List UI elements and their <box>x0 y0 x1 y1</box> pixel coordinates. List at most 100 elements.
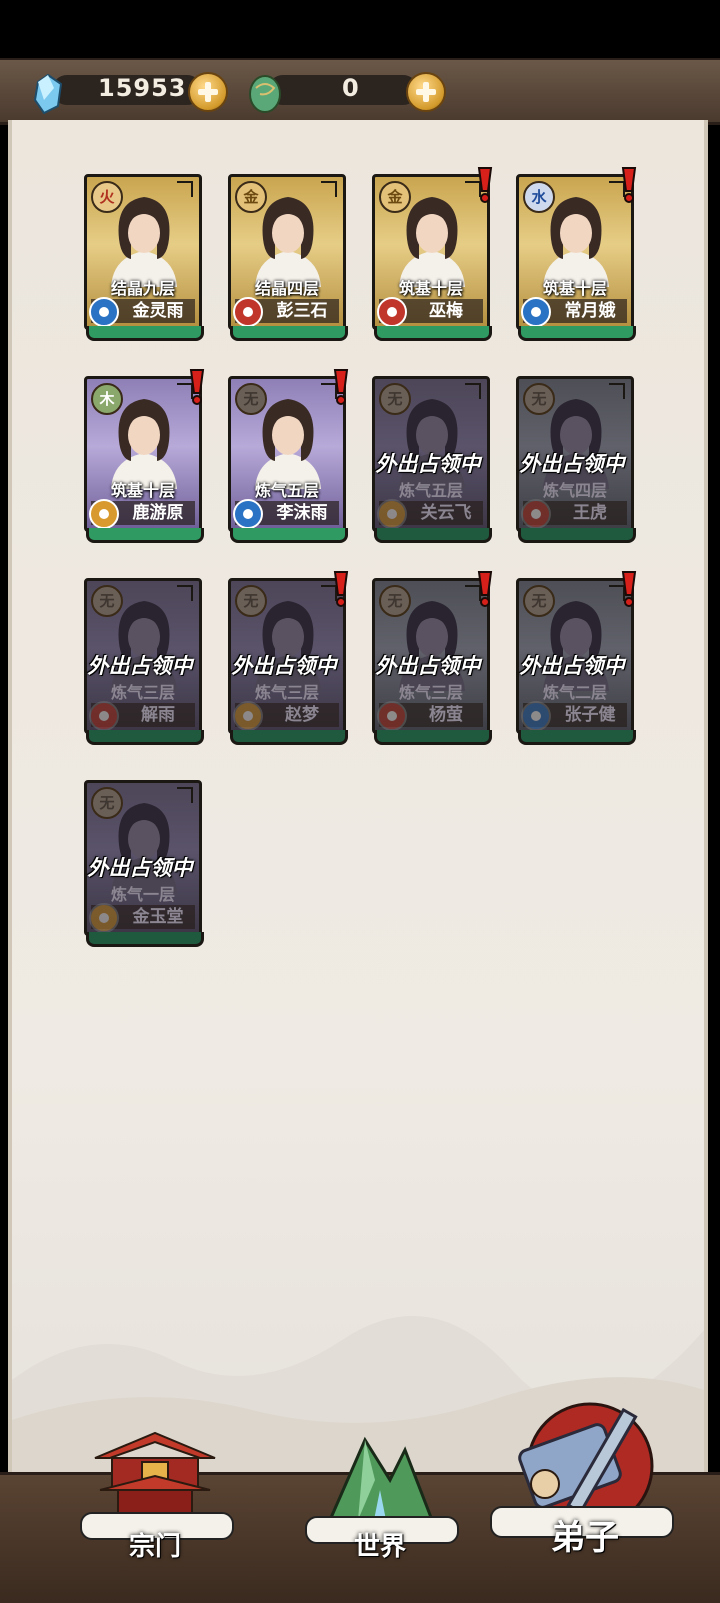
disciple-card[interactable]: 无 炼气二层 张子健 外出占领中 <box>516 571 637 746</box>
role-icon <box>377 297 407 327</box>
disciple-name: 张子健 <box>564 705 616 725</box>
card-base <box>230 730 348 745</box>
card-base <box>374 528 492 543</box>
card-frame: 无 炼气五层 李沫雨 <box>228 376 346 532</box>
disciple-name: 解雨 <box>141 705 175 725</box>
disciple-card[interactable]: 无 炼气三层 杨萤 外出占领中 <box>372 571 493 746</box>
disciple-card[interactable]: 无 炼气三层 解雨 外出占领中 <box>84 578 204 746</box>
disciple-name: 金灵雨 <box>132 301 184 321</box>
name-bar: 李沫雨 <box>233 499 339 529</box>
disciple-card[interactable]: 无 炼气五层 关云飞 外出占领中 <box>372 376 492 544</box>
mountain-icon <box>327 1436 435 1522</box>
card-base <box>518 528 636 543</box>
disciple-card[interactable]: 火 结晶九层 金灵雨 <box>84 174 204 342</box>
element-badge: 无 <box>379 585 411 617</box>
disciple-name: 李沫雨 <box>276 503 328 523</box>
disciple-name: 彭三石 <box>276 301 328 321</box>
add-spirit-stone-button[interactable] <box>188 72 228 112</box>
element-badge: 无 <box>91 787 123 819</box>
role-icon <box>521 701 551 731</box>
name-bar: 鹿游原 <box>89 499 195 529</box>
name-bar: 常月娥 <box>521 297 627 327</box>
disciple-name: 关云飞 <box>420 503 472 523</box>
add-jade-button[interactable] <box>406 72 446 112</box>
element-badge: 火 <box>91 181 123 213</box>
cultivation-level: 炼气五层 <box>398 481 463 500</box>
card-frame: 金 筑基十层 巫梅 <box>372 174 490 330</box>
card-frame: 木 筑基十层 鹿游原 <box>84 376 202 532</box>
alert-icon <box>621 571 637 607</box>
disciple-card[interactable]: 无 炼气四层 王虎 外出占领中 <box>516 376 636 544</box>
alert-icon <box>333 571 349 607</box>
role-icon <box>89 701 119 731</box>
jade-value: 0 <box>342 74 360 102</box>
name-bar: 赵梦 <box>233 701 339 731</box>
cultivation-level: 炼气三层 <box>110 683 175 702</box>
card-base <box>230 326 348 341</box>
name-bar: 王虎 <box>521 499 627 529</box>
disciple-name: 杨萤 <box>429 705 463 725</box>
role-icon <box>233 499 263 529</box>
role-icon <box>89 499 119 529</box>
element-badge: 木 <box>91 383 123 415</box>
alert-icon <box>333 369 349 405</box>
cultivation-level: 炼气一层 <box>110 885 175 904</box>
disciple-card[interactable]: 木 筑基十层 鹿游原 <box>84 369 205 544</box>
cultivation-level: 炼气二层 <box>542 683 607 702</box>
away-status-label: 外出占领中 <box>519 451 625 476</box>
disciple-card[interactable]: 金 筑基十层 巫梅 <box>372 167 493 342</box>
nav-sect-label: 宗门 <box>128 1532 181 1562</box>
element-badge: 金 <box>379 181 411 213</box>
card-corner <box>609 383 625 399</box>
element-badge: 无 <box>379 383 411 415</box>
disciple-card[interactable]: 无 炼气一层 金玉堂 外出占领中 <box>84 780 204 948</box>
element-badge: 无 <box>91 585 123 617</box>
name-bar: 张子健 <box>521 701 627 731</box>
nav-world[interactable]: 世界 <box>305 1420 459 1570</box>
nav-sect[interactable]: 宗门 <box>80 1420 234 1570</box>
disciple-name: 巫梅 <box>429 301 463 321</box>
alert-icon <box>477 571 493 607</box>
element-badge: 水 <box>523 181 555 213</box>
spirit-stone-icon <box>34 74 62 114</box>
card-corner <box>465 383 481 399</box>
away-status-label: 外出占领中 <box>375 451 481 476</box>
disciple-card[interactable]: 无 炼气五层 李沫雨 <box>228 369 349 544</box>
role-icon <box>521 297 551 327</box>
away-status-label: 外出占领中 <box>519 653 625 678</box>
name-bar: 彭三石 <box>233 297 339 327</box>
cultivation-level: 炼气四层 <box>542 481 607 500</box>
away-status-label: 外出占领中 <box>87 653 193 678</box>
card-frame: 金 结晶四层 彭三石 <box>228 174 346 330</box>
card-base <box>374 730 492 745</box>
name-bar: 金灵雨 <box>89 297 195 327</box>
card-corner <box>177 787 193 803</box>
disciple-name: 鹿游原 <box>132 503 184 523</box>
role-icon <box>377 701 407 731</box>
element-badge: 金 <box>235 181 267 213</box>
nav-disciples[interactable]: 弟子 <box>490 1386 680 1586</box>
element-badge: 无 <box>523 383 555 415</box>
role-icon <box>521 499 551 529</box>
name-bar: 巫梅 <box>377 297 483 327</box>
card-base <box>518 326 636 341</box>
card-base <box>86 326 204 341</box>
name-bar: 关云飞 <box>377 499 483 529</box>
cultivation-level: 结晶四层 <box>254 279 319 298</box>
disciple-card[interactable]: 无 炼气三层 赵梦 外出占领中 <box>228 571 349 746</box>
cultivation-level: 筑基十层 <box>542 279 607 298</box>
element-badge: 无 <box>523 585 555 617</box>
card-base <box>86 730 204 745</box>
disciple-card[interactable]: 金 结晶四层 彭三石 <box>228 174 348 342</box>
disciples-scroll-sword-icon <box>518 1402 654 1526</box>
disciple-card[interactable]: 水 筑基十层 常月娥 <box>516 167 637 342</box>
alert-icon <box>189 369 205 405</box>
alert-icon <box>621 167 637 203</box>
card-base <box>86 932 204 947</box>
cultivation-level: 筑基十层 <box>110 481 175 500</box>
away-status-label: 外出占领中 <box>87 855 193 880</box>
card-base <box>374 326 492 341</box>
name-bar: 金玉堂 <box>89 903 195 933</box>
jade-currency: 0 <box>246 70 446 113</box>
card-frame: 火 结晶九层 金灵雨 <box>84 174 202 330</box>
